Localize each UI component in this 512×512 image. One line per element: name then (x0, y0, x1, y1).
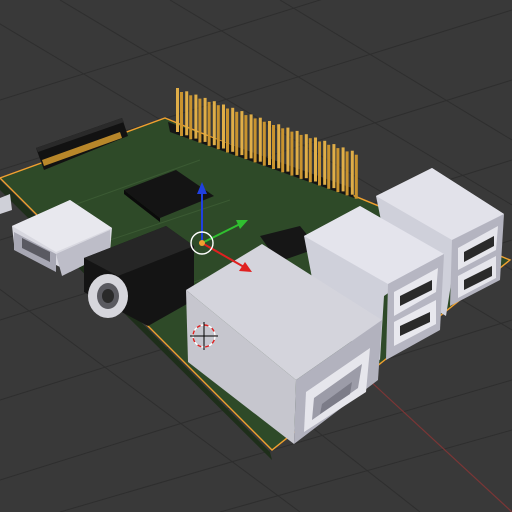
gpio-pin (281, 128, 285, 173)
gpio-pin (336, 148, 340, 193)
gpio-pin (345, 151, 349, 196)
gpio-pin (314, 137, 317, 182)
gpio-pin (185, 91, 189, 136)
gpio-pin (194, 94, 198, 139)
gpio-pin (203, 97, 207, 142)
gpio-pin (350, 150, 354, 195)
gpio-pin (249, 114, 253, 159)
gpio-pin (318, 141, 321, 186)
gpio-pin (212, 101, 216, 146)
viewport-canvas[interactable] (0, 0, 512, 512)
gpio-pin (180, 92, 183, 136)
gpio-pin (286, 127, 290, 172)
gpio-pin (354, 154, 358, 199)
gpio-pin (327, 144, 331, 189)
gpio-pin (272, 125, 275, 169)
gpio-pin (176, 88, 179, 132)
gpio-pin (290, 131, 294, 176)
gpio-pin (198, 98, 202, 143)
gpio-pin (235, 111, 239, 156)
gpio-pin (295, 130, 299, 175)
gizmo-pivot (199, 240, 205, 246)
gpio-pin (240, 111, 244, 156)
gpio-pin (244, 115, 248, 160)
gpio-pin (341, 147, 345, 192)
micro-usb-power-port (0, 194, 12, 214)
gpio-pin (332, 144, 336, 189)
gpio-pin (258, 117, 262, 162)
gpio-pin (226, 108, 229, 153)
gpio-pin (304, 134, 308, 179)
gpio-pin (231, 107, 235, 152)
raspberry-pi-board[interactable] (0, 88, 512, 460)
gpio-pin (299, 134, 303, 179)
gpio-pin (262, 121, 266, 166)
gpio-pin (222, 104, 225, 149)
gpio-pin (268, 121, 271, 165)
gpio-pin (277, 124, 281, 169)
gpio-pin (189, 95, 193, 140)
gpio-pin (253, 118, 257, 163)
3d-viewport[interactable] (0, 0, 512, 512)
gpio-pin (323, 140, 327, 185)
gpio-pin (207, 101, 211, 146)
gpio-pin (216, 105, 220, 150)
gpio-pin (308, 138, 312, 183)
